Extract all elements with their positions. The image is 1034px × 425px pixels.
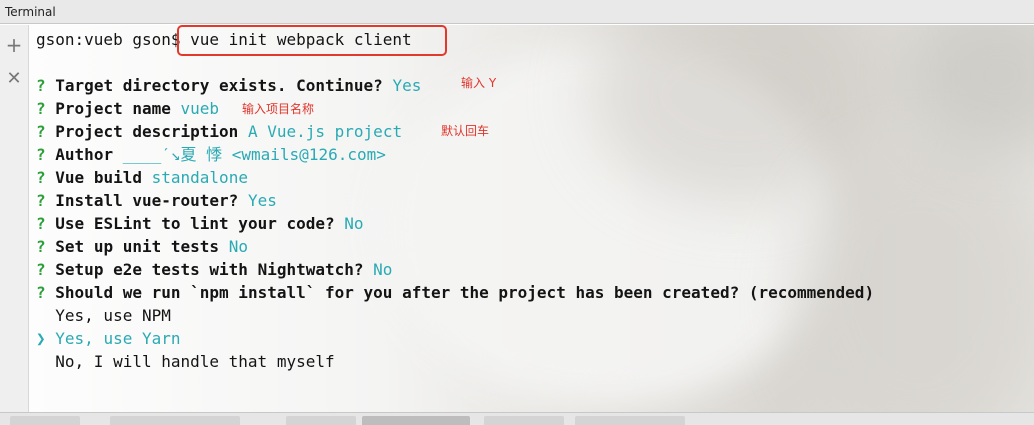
- tool-window-bar: [0, 412, 1034, 425]
- question-mark: ?: [36, 283, 46, 302]
- question-mark: ?: [36, 99, 46, 118]
- question-text: Set up unit tests: [55, 237, 220, 256]
- answer-text: Yes: [247, 191, 277, 210]
- question-mark: ?: [36, 260, 46, 279]
- annotation-description: 默认回车: [441, 124, 490, 138]
- answer-text: Yes: [392, 76, 422, 95]
- option-line[interactable]: No, I will handle that myself: [36, 350, 335, 373]
- answer-text: vueb: [180, 99, 220, 118]
- question-line: ? Vue build standalone: [36, 166, 248, 189]
- question-mark: ?: [36, 122, 46, 141]
- answer-text: No: [344, 214, 364, 233]
- question-line: ? Set up unit tests No: [36, 235, 248, 258]
- question-text: Vue build: [55, 168, 142, 187]
- question-text: Project name: [55, 99, 171, 118]
- question-text: Target directory exists. Continue?: [55, 76, 383, 95]
- question-line: ? Project name vueb: [36, 97, 219, 120]
- shell-prompt: gson:vueb gson$: [36, 30, 181, 49]
- answer-text: ____ˊ↘夏 悸 <wmails@126.com>: [122, 145, 386, 164]
- question-line: ? Author ____ˊ↘夏 悸 <wmails@126.com>: [36, 143, 386, 166]
- question-line: ? Should we run `npm install` for you af…: [36, 281, 874, 304]
- question-text: Use ESLint to lint your code?: [55, 214, 335, 233]
- question-mark: ?: [36, 214, 46, 233]
- answer-text: A Vue.js project: [247, 122, 403, 141]
- question-mark: ?: [36, 168, 46, 187]
- answer-text: standalone: [151, 168, 248, 187]
- terminal-output-area[interactable]: gson:vueb gson$ vue init webpack client …: [29, 25, 1034, 412]
- question-line: ? Setup e2e tests with Nightwatch? No: [36, 258, 392, 281]
- option-line[interactable]: Yes, use NPM: [36, 304, 171, 327]
- terminal-window-title: Terminal: [0, 0, 1034, 24]
- annotation-continue: 输入 Y: [461, 76, 497, 90]
- question-text: Setup e2e tests with Nightwatch?: [55, 260, 364, 279]
- question-mark: ?: [36, 145, 46, 164]
- question-line: ? Install vue-router? Yes: [36, 189, 277, 212]
- question-line: ? Project description A Vue.js project: [36, 120, 402, 143]
- command-highlight-box: [177, 25, 447, 56]
- question-mark: ?: [36, 237, 46, 256]
- question-text: Should we run `npm install` for you afte…: [55, 283, 875, 302]
- annotation-project-name: 输入项目名称: [242, 102, 315, 116]
- question-line: ? Target directory exists. Continue? Yes: [36, 74, 421, 97]
- question-text: Install vue-router?: [55, 191, 239, 210]
- question-text: Author: [55, 145, 114, 164]
- answer-text: No: [228, 237, 248, 256]
- option-line-selected[interactable]: ❯ Yes, use Yarn: [36, 327, 181, 350]
- option-label: Yes, use Yarn: [55, 329, 181, 348]
- close-icon[interactable]: ✕: [0, 67, 28, 91]
- option-label: No, I will handle that myself: [55, 352, 335, 371]
- pointer-icon: ❯: [36, 329, 46, 348]
- terminal-sidebar: + ✕: [0, 25, 29, 412]
- plus-icon[interactable]: +: [0, 33, 28, 57]
- question-text: Project description: [55, 122, 239, 141]
- question-line: ? Use ESLint to lint your code? No: [36, 212, 364, 235]
- option-label: Yes, use NPM: [55, 306, 171, 325]
- question-mark: ?: [36, 191, 46, 210]
- question-mark: ?: [36, 76, 46, 95]
- answer-text: No: [373, 260, 393, 279]
